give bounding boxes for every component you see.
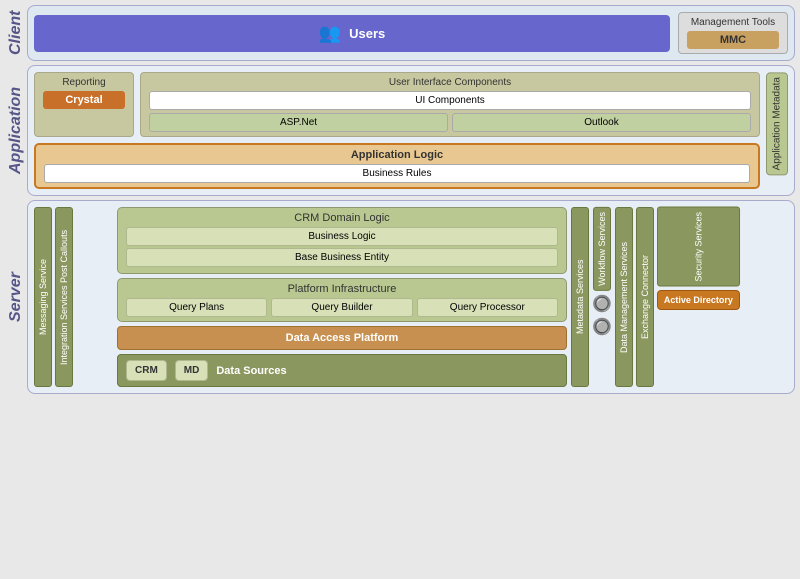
security-services-box: Security Services <box>657 207 740 287</box>
query-plans-item: Query Plans <box>126 298 267 317</box>
app-logic-box: Application Logic Business Rules <box>34 143 760 189</box>
messaging-service-box: Messaging Service <box>34 207 52 387</box>
business-rules-box: Business Rules <box>44 164 750 183</box>
ui-components-box: User Interface Components UI Components … <box>140 72 760 137</box>
client-section-wrapper: Client 👥 Users Management Tools MMC <box>5 5 795 61</box>
business-logic-item: Business Logic <box>126 227 558 246</box>
platform-title: Platform Infrastructure <box>126 283 558 295</box>
users-icon: 👥 <box>319 23 341 44</box>
server-left-labels: Messaging Service Integration Services P… <box>34 207 113 387</box>
reporting-box: Reporting Crystal <box>34 72 134 137</box>
server-section-wrapper: Server Messaging Service Integration Ser… <box>5 200 795 394</box>
server-main: CRM Domain Logic Business Logic Base Bus… <box>117 207 567 387</box>
application-section: Reporting Crystal User Interface Compone… <box>27 65 795 196</box>
active-directory-box: Active Directory <box>657 290 740 310</box>
management-tools-label: Management Tools <box>687 17 779 28</box>
app-top-row: Reporting Crystal User Interface Compone… <box>34 72 760 137</box>
client-label: Client <box>5 5 27 61</box>
data-sources-box: CRM MD Data Sources <box>117 354 567 387</box>
workflow-icon2: 🔘 <box>592 317 612 337</box>
integration-services-box: Integration Services Post Callouts <box>55 207 73 387</box>
query-builder-item: Query Builder <box>271 298 412 317</box>
client-inner: 👥 Users Management Tools MMC <box>34 12 788 54</box>
ui-comp-item: UI Components <box>149 91 751 110</box>
main-container: Client 👥 Users Management Tools MMC Appl… <box>5 5 795 394</box>
server-section: Messaging Service Integration Services P… <box>27 200 795 394</box>
server-right-labels: Metadata Services Workflow Services 🔘 🔘 … <box>571 207 788 387</box>
query-processor-item: Query Processor <box>417 298 558 317</box>
outlook-item: Outlook <box>452 113 751 132</box>
reporting-label: Reporting <box>43 77 125 88</box>
data-sources-label: Data Sources <box>216 365 286 377</box>
workflow-icon: 🔘 <box>592 294 612 314</box>
data-management-services-box: Data Management Services <box>615 207 633 387</box>
ui-components-title: User Interface Components <box>149 77 751 88</box>
platform-box: Platform Infrastructure Query Plans Quer… <box>117 278 567 322</box>
ui-comp-row: UI Components <box>149 91 751 110</box>
data-access-box: Data Access Platform <box>117 326 567 350</box>
app-metadata-box: Application Metadata <box>766 72 788 175</box>
application-label: Application <box>5 65 27 196</box>
users-label: Users <box>349 26 385 41</box>
metadata-services-box: Metadata Services <box>571 207 589 387</box>
app-logic-title: Application Logic <box>44 149 750 161</box>
application-section-wrapper: Application Reporting Crystal User Inter… <box>5 65 795 196</box>
base-business-entity-item: Base Business Entity <box>126 248 558 267</box>
crm-domain-box: CRM Domain Logic Business Logic Base Bus… <box>117 207 567 274</box>
client-section: 👥 Users Management Tools MMC <box>27 5 795 61</box>
mmc-box: MMC <box>687 31 779 49</box>
crm-domain-title: CRM Domain Logic <box>126 212 558 224</box>
ui-comp-sub-row: ASP.Net Outlook <box>149 113 751 132</box>
exchange-connector-box: Exchange Connector <box>636 207 654 387</box>
users-box: 👥 Users <box>34 15 670 52</box>
asp-net-item: ASP.Net <box>149 113 448 132</box>
management-tools-box: Management Tools MMC <box>678 12 788 54</box>
platform-items-row: Query Plans Query Builder Query Processo… <box>126 298 558 317</box>
md-badge: MD <box>175 360 209 381</box>
server-label: Server <box>5 200 27 394</box>
server-inner: Messaging Service Integration Services P… <box>34 207 788 387</box>
workflow-services-box: Workflow Services <box>593 207 611 291</box>
crystal-box: Crystal <box>43 91 125 109</box>
app-main: Reporting Crystal User Interface Compone… <box>34 72 760 189</box>
security-col: Security Services Active Directory <box>657 207 740 387</box>
app-inner: Reporting Crystal User Interface Compone… <box>34 72 788 189</box>
crm-badge: CRM <box>126 360 167 381</box>
workflow-col: Workflow Services 🔘 🔘 <box>592 207 612 387</box>
